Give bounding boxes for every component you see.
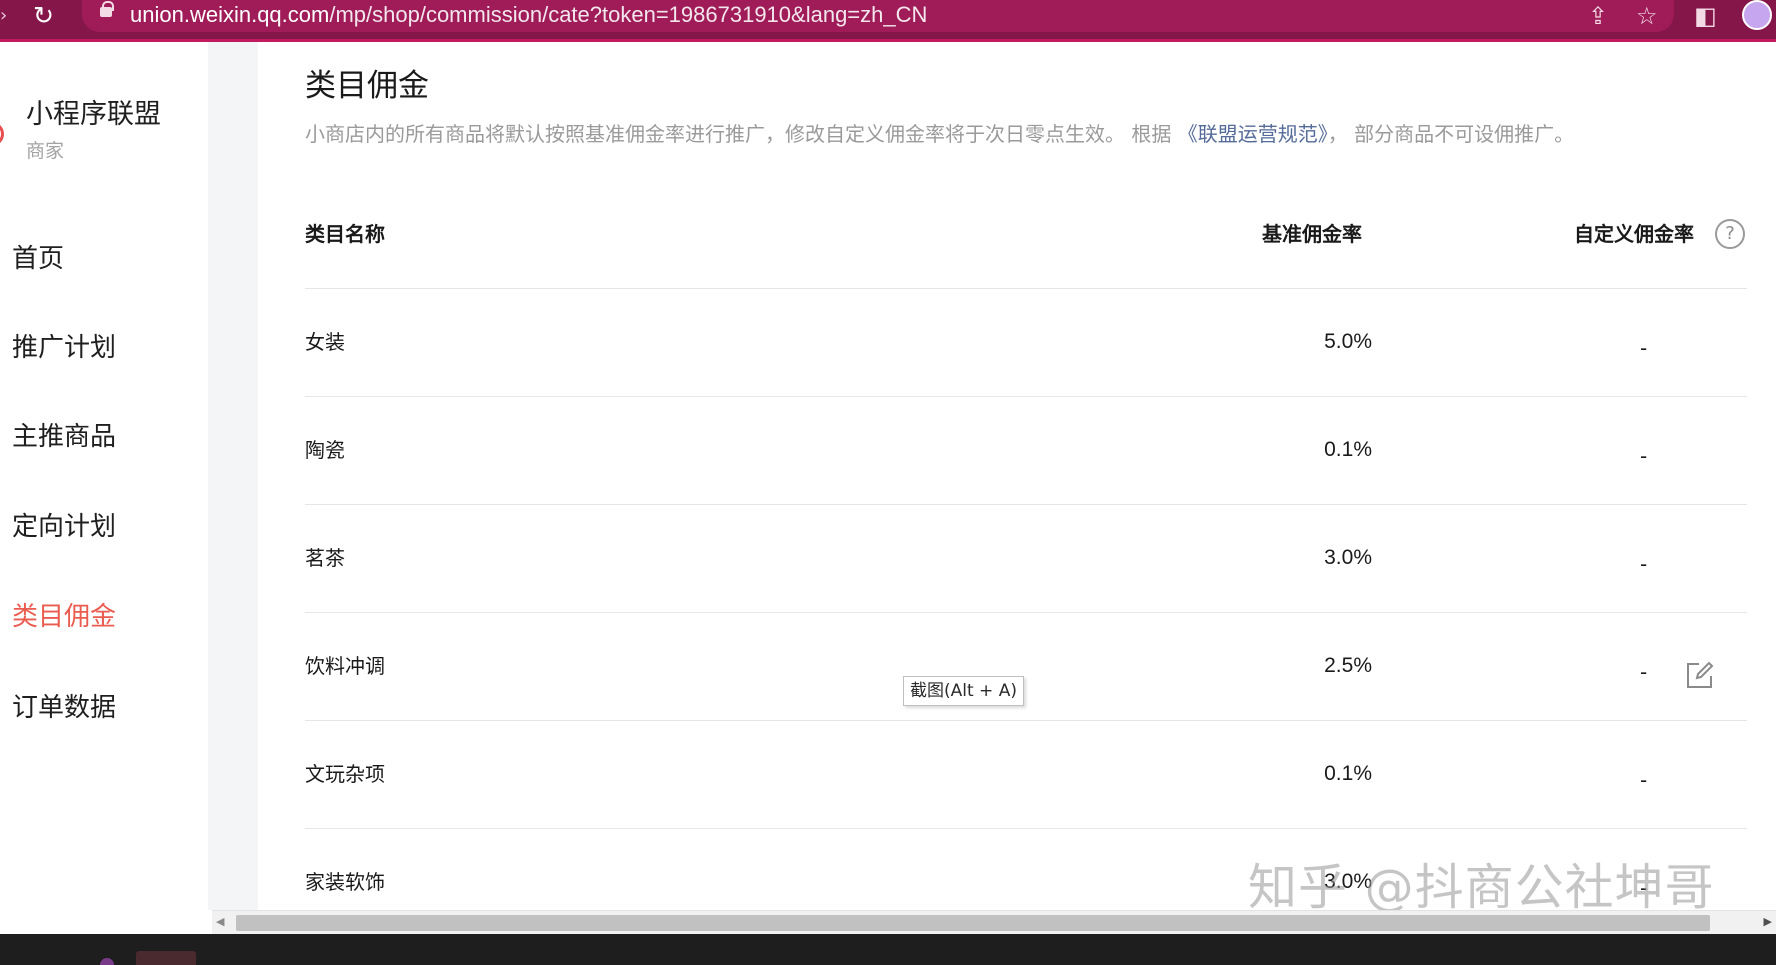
table-row-base-rate: 0.1%: [1324, 762, 1372, 785]
reload-icon[interactable]: ↻: [33, 2, 54, 30]
table-row-base-rate: 3.0%: [1324, 546, 1372, 569]
sidebar-item-category-commission[interactable]: 类目佣金: [12, 599, 116, 635]
operation-rules-link[interactable]: 《联盟运营规范》: [1178, 122, 1328, 146]
url-path: /mp/shop/commission/cate?token=198673191…: [329, 2, 928, 27]
table-row-name: 陶瓷: [305, 438, 345, 462]
brand-logo-icon: [0, 122, 4, 146]
row-divider: [305, 288, 1747, 289]
help-icon[interactable]: ?: [1715, 219, 1745, 249]
star-icon[interactable]: ☆: [1636, 2, 1658, 30]
taskbar-app-icon[interactable]: [100, 958, 114, 965]
description-text: 小商店内的所有商品将默认按照基准佣金率进行推广，修改自定义佣金率将于次日零点生效…: [305, 122, 1178, 146]
sidebar-item-home[interactable]: 首页: [12, 241, 64, 277]
taskbar-active-app[interactable]: [136, 951, 196, 965]
edit-icon[interactable]: [1685, 660, 1715, 690]
content-gutter: [208, 42, 258, 910]
page-title: 类目佣金: [305, 68, 429, 104]
table-row-name: 茗茶: [305, 546, 345, 570]
table-row-custom-rate: -: [1640, 552, 1648, 576]
scroll-left-icon[interactable]: ◀: [216, 915, 224, 929]
sidebar-item-targeted-plan[interactable]: 定向计划: [12, 509, 116, 545]
sidebar: 小程序联盟 商家 首页 推广计划 主推商品 定向计划 类目佣金 订单数据: [0, 42, 208, 910]
row-divider: [305, 612, 1747, 613]
table-row-custom-rate: -: [1640, 660, 1648, 684]
url-host: union.weixin.qq.com: [130, 2, 330, 27]
table-row-base-rate: 0.1%: [1324, 438, 1372, 461]
header-category-name: 类目名称: [305, 222, 385, 246]
url-text[interactable]: union.weixin.qq.com/mp/shop/commission/c…: [130, 1, 927, 29]
os-taskbar: [0, 934, 1776, 965]
side-panel-icon[interactable]: ◧: [1694, 2, 1717, 30]
watermark: 知乎 @抖商公社坤哥: [1248, 859, 1715, 916]
sidebar-item-order-data[interactable]: 订单数据: [12, 690, 116, 726]
table-row-custom-rate: -: [1640, 768, 1648, 792]
screenshot-tooltip: 截图(Alt + A): [903, 676, 1024, 706]
page-description: 小商店内的所有商品将默认按照基准佣金率进行推广，修改自定义佣金率将于次日零点生效…: [305, 120, 1574, 148]
row-divider: [305, 720, 1747, 721]
description-text-end: ， 部分商品不可设佣推广。: [1327, 122, 1575, 146]
scroll-right-icon[interactable]: ▶: [1764, 915, 1772, 929]
header-base-rate: 基准佣金率: [1262, 222, 1362, 246]
share-icon[interactable]: ⇪: [1588, 2, 1608, 30]
sidebar-item-promotion-plan[interactable]: 推广计划: [12, 330, 116, 366]
browser-toolbar: › ↻ union.weixin.qq.com/mp/shop/commissi…: [0, 0, 1776, 42]
row-divider: [305, 504, 1747, 505]
row-divider: [305, 828, 1747, 829]
table-row-name: 女装: [305, 330, 345, 354]
header-custom-rate: 自定义佣金率: [1574, 222, 1694, 246]
table-row-custom-rate: -: [1640, 336, 1648, 360]
brand-subtitle: 商家: [26, 140, 65, 162]
table-row-base-rate: 2.5%: [1324, 654, 1372, 677]
table-row-base-rate: 5.0%: [1324, 330, 1372, 353]
sidebar-item-featured-products[interactable]: 主推商品: [12, 419, 116, 455]
table-row-custom-rate: -: [1640, 444, 1648, 468]
table-row-name: 文玩杂项: [305, 762, 385, 786]
brand-title: 小程序联盟: [26, 99, 161, 130]
back-icon[interactable]: ›: [0, 6, 7, 26]
profile-avatar[interactable]: [1742, 0, 1772, 30]
table-row-name: 饮料冲调: [305, 654, 385, 678]
table-row-name: 家装软饰: [305, 870, 385, 894]
scrollbar-thumb[interactable]: [236, 915, 1710, 931]
lock-icon[interactable]: [100, 1, 114, 17]
row-divider: [305, 396, 1747, 397]
horizontal-scrollbar[interactable]: ◀ ▶: [212, 910, 1776, 934]
